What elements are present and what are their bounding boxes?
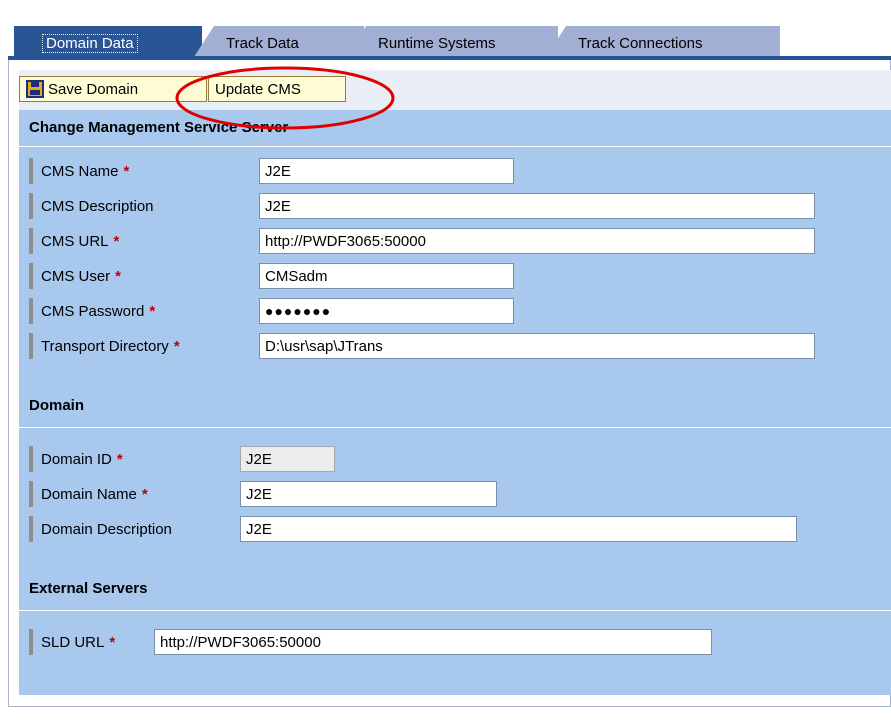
domain-id-row: Domain ID * xyxy=(29,445,123,473)
domain-id-field: J2E xyxy=(240,446,335,472)
cms-user-field[interactable]: CMSadm xyxy=(259,263,514,289)
annotation-circle xyxy=(175,66,395,130)
tab-track-data-label: Track Data xyxy=(226,34,299,52)
domain-name-field[interactable]: J2E xyxy=(240,481,497,507)
cms-password-label: CMS Password * xyxy=(29,298,155,324)
transport-directory-row: Transport Directory * xyxy=(29,332,180,360)
domain-name-label: Domain Name * xyxy=(29,481,148,507)
domain-description-field[interactable]: J2E xyxy=(240,516,797,542)
section-divider xyxy=(19,610,891,611)
domain-section-title: Domain xyxy=(29,397,85,414)
cms-password-field[interactable]: ●●●●●●● xyxy=(259,298,514,324)
cms-user-row: CMS User * xyxy=(29,262,121,290)
cms-description-field[interactable]: J2E xyxy=(259,193,815,219)
transport-directory-label: Transport Directory * xyxy=(29,333,180,359)
domain-description-row: Domain Description xyxy=(29,515,177,543)
tab-track-data[interactable]: Track Data xyxy=(192,26,364,60)
sld-url-row: SLD URL * xyxy=(29,628,115,656)
tab-runtime-systems[interactable]: Runtime Systems xyxy=(344,26,558,60)
tab-track-connections[interactable]: Track Connections xyxy=(544,26,780,60)
section-divider xyxy=(19,427,891,428)
sld-url-label: SLD URL * xyxy=(29,629,115,655)
cms-description-row: CMS Description xyxy=(29,192,159,220)
section-divider xyxy=(19,146,891,147)
cms-url-label: CMS URL * xyxy=(29,228,119,254)
panel-content: Save Domain Update CMS Change Management… xyxy=(19,70,891,695)
cms-password-row: CMS Password * xyxy=(29,297,155,325)
cms-description-label: CMS Description xyxy=(29,193,159,219)
tab-runtime-systems-label: Runtime Systems xyxy=(378,34,496,52)
cms-name-label: CMS Name * xyxy=(29,158,129,184)
cms-user-label: CMS User * xyxy=(29,263,121,289)
domain-name-row: Domain Name * xyxy=(29,480,148,508)
floppy-disk-icon xyxy=(26,80,44,98)
transport-directory-field[interactable]: D:\usr\sap\JTrans xyxy=(259,333,815,359)
tab-strip: Domain Data Track Data Runtime Systems T… xyxy=(14,20,891,60)
cms-name-field[interactable]: J2E xyxy=(259,158,514,184)
domain-id-label: Domain ID * xyxy=(29,446,123,472)
cms-url-field[interactable]: http://PWDF3065:50000 xyxy=(259,228,815,254)
tab-track-connections-label: Track Connections xyxy=(578,34,703,52)
domain-description-label: Domain Description xyxy=(29,516,177,542)
save-domain-label: Save Domain xyxy=(48,80,139,98)
tab-domain-data[interactable]: Domain Data xyxy=(14,26,202,60)
sld-url-field[interactable]: http://PWDF3065:50000 xyxy=(154,629,712,655)
external-servers-title: External Servers xyxy=(29,580,148,597)
cms-name-row: CMS Name * xyxy=(29,157,129,185)
tab-domain-data-label: Domain Data xyxy=(42,33,138,53)
toolbar: Save Domain Update CMS xyxy=(19,70,891,110)
cms-url-row: CMS URL * xyxy=(29,227,119,255)
domain-data-panel: Save Domain Update CMS Change Management… xyxy=(8,60,891,707)
